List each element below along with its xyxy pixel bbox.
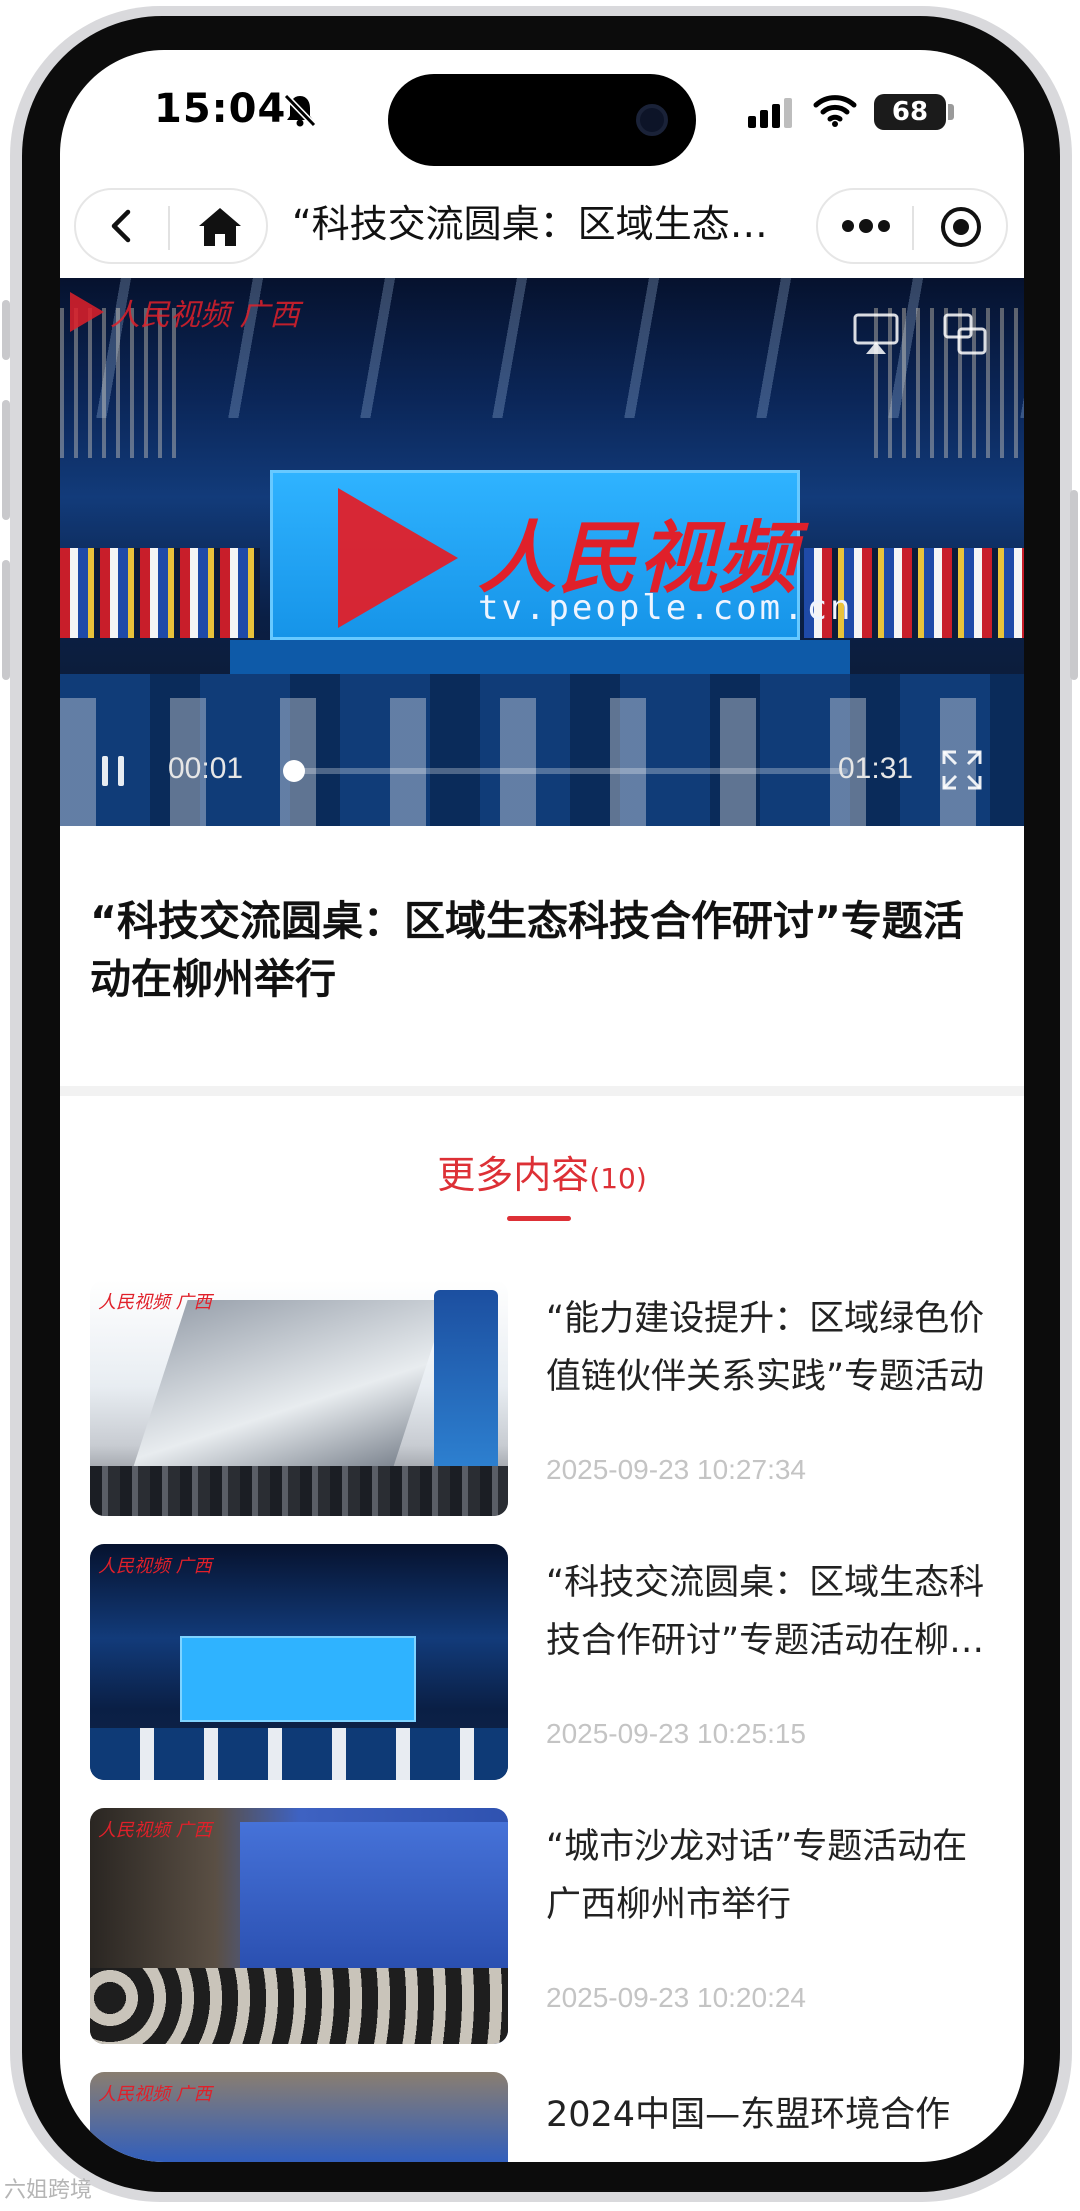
thumbnail-watermark: 人民视频 广西 xyxy=(98,1556,212,1577)
more-options-icon[interactable] xyxy=(840,214,892,238)
thumbnail-banner xyxy=(434,1290,498,1490)
video-current-time: 00:01 xyxy=(168,752,244,785)
list-item-thumbnail: 人民视频 广西 xyxy=(90,1808,508,2044)
video-progress-handle[interactable] xyxy=(282,760,305,782)
list-item[interactable]: 人民视频 广西 2024中国—东盟环境合作 xyxy=(90,2072,994,2162)
list-item-thumbnail: 人民视频 广西 xyxy=(90,1280,508,1516)
status-bar: 15:04 68 xyxy=(60,50,1024,170)
thumbnail-building xyxy=(132,1300,448,1470)
nav-left-capsule xyxy=(74,188,268,264)
nav-divider xyxy=(168,206,170,250)
volume-down-button xyxy=(2,560,10,680)
camera-icon xyxy=(636,104,668,136)
more-content-count: (10) xyxy=(589,1162,647,1195)
power-button xyxy=(1070,490,1078,680)
status-time: 15:04 xyxy=(154,86,287,132)
capsule-divider xyxy=(912,206,914,250)
more-content-label: 更多内容 xyxy=(437,1153,590,1197)
more-content-underline xyxy=(507,1216,571,1221)
picture-in-picture-icon[interactable] xyxy=(942,312,988,356)
video-flags-left xyxy=(60,548,260,638)
screen: 15:04 68 “科技交流圆桌：区域生态… 人民视频 广西 人民视频 tv.p… xyxy=(60,50,1024,2162)
navigation-bar: “科技交流圆桌：区域生态… xyxy=(60,180,1024,280)
thumbnail-audience xyxy=(90,1968,508,2044)
thumbnail-tables xyxy=(90,1728,508,1780)
list-item-title: “能力建设提升：区域绿色价值链伙伴关系实践”专题活动 xyxy=(546,1299,985,1397)
pause-icon[interactable] xyxy=(100,754,126,788)
volume-up-button xyxy=(2,400,10,520)
phone-frame: 15:04 68 “科技交流圆桌：区域生态… 人民视频 广西 人民视频 tv.p… xyxy=(0,0,1080,2211)
video-watermark-small-text: 人民视频 广西 xyxy=(110,298,300,333)
section-divider xyxy=(60,1086,1024,1096)
back-arrow-icon[interactable] xyxy=(102,206,142,246)
video-watermark-small: 人民视频 广西 xyxy=(70,290,300,334)
list-item[interactable]: 人民视频 广西 “能力建设提升：区域绿色价值链伙伴关系实践”专题活动 2025-… xyxy=(90,1280,994,1516)
page-title: “科技交流圆桌：区域生态… xyxy=(292,202,768,246)
list-item-time: 2025-09-23 10:20:24 xyxy=(546,1982,806,2013)
thumbnail-stage-screen xyxy=(240,1822,508,1972)
fullscreen-icon[interactable] xyxy=(940,748,984,792)
home-icon[interactable] xyxy=(196,204,244,250)
battery-tip xyxy=(948,104,954,120)
video-watermark-large: 人民视频 tv.people.com.cn xyxy=(338,478,851,628)
action-button xyxy=(2,300,10,360)
article-title: “科技交流圆桌：区域生态科技合作研讨”专题活动在柳州举行 xyxy=(90,897,964,1003)
video-progress-bar[interactable] xyxy=(282,760,848,782)
list-item[interactable]: 人民视频 广西 “城市沙龙对话”专题活动在广西柳州市举行 2025-09-23 … xyxy=(90,1808,994,2044)
list-item-title: “城市沙龙对话”专题活动在广西柳州市举行 xyxy=(546,1827,968,1925)
thumbnail-watermark: 人民视频 广西 xyxy=(98,2084,212,2105)
bell-muted-icon xyxy=(283,93,317,128)
list-item-time: 2025-09-23 10:25:15 xyxy=(546,1718,806,1749)
thumbnail-crowd xyxy=(90,1466,508,1516)
thumbnail-watermark: 人民视频 广西 xyxy=(98,1292,212,1313)
video-watermark-url: tv.people.com.cn xyxy=(478,588,854,628)
thumbnail-stage-screen xyxy=(180,1636,416,1722)
close-mini-program-icon[interactable] xyxy=(938,204,984,250)
video-player[interactable]: 人民视频 广西 人民视频 tv.people.com.cn 00:01 01:3… xyxy=(60,278,1024,826)
battery-indicator: 68 xyxy=(874,94,946,130)
more-content-header: 更多内容(10) xyxy=(60,1144,1024,1199)
airplay-icon[interactable] xyxy=(852,312,900,356)
list-item-thumbnail: 人民视频 广西 xyxy=(90,1544,508,1780)
play-logo-icon xyxy=(70,292,104,332)
list-item-title: “科技交流圆桌：区域生态科技合作研讨”专题活动在柳州举行 xyxy=(546,1563,985,1661)
dynamic-island xyxy=(388,74,696,166)
list-item-thumbnail: 人民视频 广西 xyxy=(90,2072,508,2162)
play-logo-large-icon xyxy=(338,488,458,628)
wifi-icon xyxy=(813,95,857,127)
list-item-title: 2024中国—东盟环境合作 xyxy=(546,2095,951,2135)
cellular-signal-icon xyxy=(748,98,792,128)
list-item[interactable]: 人民视频 广西 “科技交流圆桌：区域生态科技合作研讨”专题活动在柳州举行 202… xyxy=(90,1544,994,1780)
bottom-watermark: 六姐跨境 xyxy=(4,2178,93,2203)
thumbnail-watermark: 人民视频 广西 xyxy=(98,1820,212,1841)
video-total-time: 01:31 xyxy=(838,752,914,785)
list-item-time: 2025-09-23 10:27:34 xyxy=(546,1454,806,1485)
mini-program-capsule xyxy=(816,188,1008,264)
